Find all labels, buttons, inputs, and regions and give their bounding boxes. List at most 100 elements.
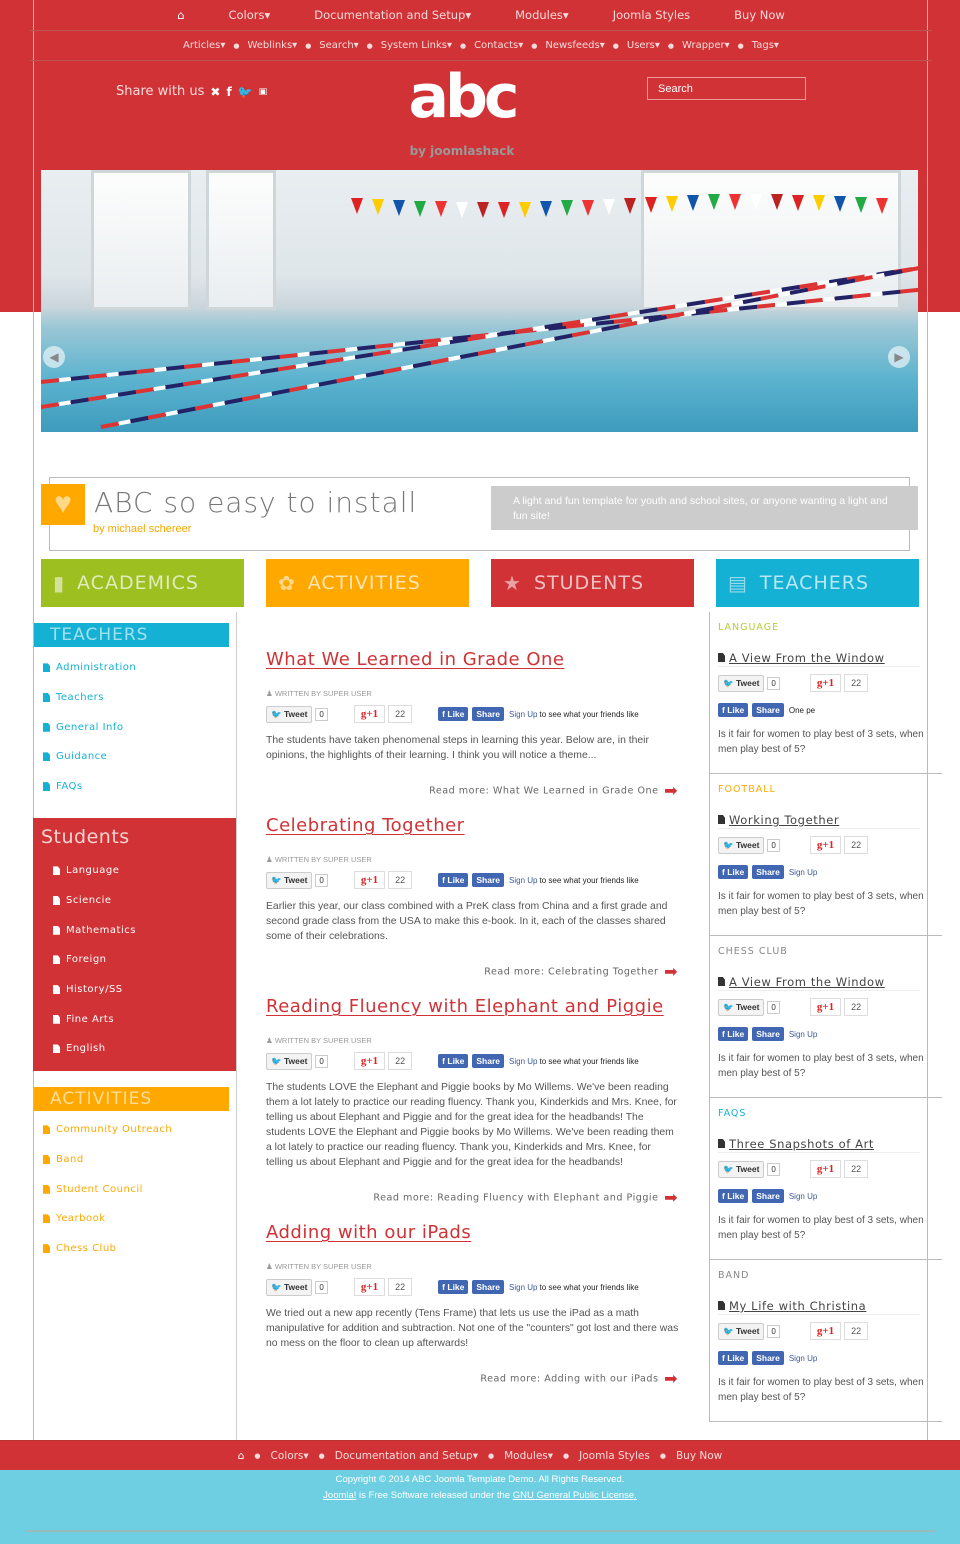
article-title[interactable]: Reading Fluency with Elephant and Piggie: [266, 992, 680, 1020]
gplus-button[interactable]: g+1: [809, 674, 842, 692]
gplus-button[interactable]: g+1: [353, 871, 386, 889]
facebook-icon[interactable]: f: [226, 85, 231, 99]
module-article-link[interactable]: Working Together: [718, 813, 920, 829]
tile-students[interactable]: ★ STUDENTS: [491, 559, 694, 607]
facebook-share-button[interactable]: Share: [752, 703, 784, 717]
facebook-share-button[interactable]: Share: [752, 1189, 784, 1203]
read-more-link[interactable]: Read more: Celebrating Together ➡: [266, 962, 680, 992]
module-article-link[interactable]: A View From the Window: [718, 975, 920, 991]
gplus-button[interactable]: g+1: [353, 705, 386, 723]
read-more-link[interactable]: Read more: Adding with our iPads ➡: [266, 1369, 680, 1399]
gplus-button[interactable]: g+1: [809, 1322, 842, 1340]
facebook-share-button[interactable]: Share: [752, 865, 784, 879]
sidebar-item[interactable]: English: [33, 1034, 236, 1064]
facebook-share-button[interactable]: Share: [752, 1027, 784, 1041]
footer-nav-item[interactable]: Joomla Styles: [579, 1450, 650, 1462]
signup-link[interactable]: Sign Up: [509, 1057, 537, 1066]
footer-nav-item[interactable]: Modules▾: [504, 1450, 553, 1462]
gplus-button[interactable]: g+1: [809, 998, 842, 1016]
subnav-item[interactable]: Users▾: [627, 40, 660, 51]
sidebar-item[interactable]: FAQs: [33, 772, 236, 802]
tile-teachers[interactable]: ▤ TEACHERS: [716, 559, 919, 607]
slider-prev-button[interactable]: ◀: [43, 346, 65, 368]
slider-next-button[interactable]: ▶: [888, 346, 910, 368]
module-article-link[interactable]: My Life with Christina: [718, 1299, 920, 1315]
sidebar-item[interactable]: General Info: [33, 712, 236, 742]
subnav-item[interactable]: System Links▾: [381, 40, 452, 51]
facebook-share-button[interactable]: Share: [472, 707, 505, 721]
gplus-button[interactable]: g+1: [809, 1160, 842, 1178]
sidebar-item[interactable]: Sciencie: [33, 886, 236, 916]
subnav-item[interactable]: Wrapper▾: [682, 40, 730, 51]
tile-academics[interactable]: ▮ ACADEMICS: [41, 559, 244, 607]
sidebar-item[interactable]: Community Outreach: [33, 1115, 236, 1145]
tweet-button[interactable]: 🐦 Tweet: [718, 674, 765, 692]
facebook-like-button[interactable]: f Like: [438, 873, 469, 887]
sidebar-item[interactable]: History/SS: [33, 975, 236, 1005]
article-title[interactable]: Adding with our iPads: [266, 1218, 680, 1246]
subnav-item[interactable]: Newsfeeds▾: [545, 40, 604, 51]
footer-nav-item[interactable]: Colors▾: [271, 1450, 309, 1462]
sidebar-item[interactable]: Chess Club: [33, 1234, 236, 1264]
nav-item[interactable]: Joomla Styles: [613, 8, 690, 22]
home-icon[interactable]: ⌂: [177, 8, 184, 22]
subnav-item[interactable]: Weblinks▾: [247, 40, 297, 51]
signup-link[interactable]: Sign Up: [509, 876, 537, 885]
joomla-link[interactable]: Joomla!: [323, 1490, 356, 1501]
module-article-link[interactable]: Three Snapshots of Art: [718, 1137, 920, 1153]
facebook-signup-text[interactable]: One pe: [789, 706, 815, 715]
tweet-button[interactable]: 🐦 Tweet: [266, 705, 313, 723]
sidebar-item[interactable]: Student Council: [33, 1174, 236, 1204]
nav-item[interactable]: Colors▾: [228, 8, 270, 22]
facebook-share-button[interactable]: Share: [472, 1054, 505, 1068]
read-more-link[interactable]: Read more: Reading Fluency with Elephant…: [266, 1188, 680, 1218]
signup-link[interactable]: Sign Up: [509, 710, 537, 719]
tile-activities[interactable]: ✿ ACTIVITIES: [266, 559, 469, 607]
signup-link[interactable]: Sign Up: [509, 1283, 537, 1292]
tweet-button[interactable]: 🐦 Tweet: [718, 836, 765, 854]
subnav-item[interactable]: Contacts▾: [474, 40, 523, 51]
gplus-button[interactable]: g+1: [353, 1052, 386, 1070]
module-article-link[interactable]: A View From the Window: [718, 651, 920, 667]
facebook-like-button[interactable]: f Like: [718, 1351, 749, 1365]
facebook-like-button[interactable]: f Like: [438, 1280, 469, 1294]
article-title[interactable]: Celebrating Together: [266, 811, 680, 839]
facebook-signup-text[interactable]: Sign Up: [789, 1354, 817, 1363]
tweet-button[interactable]: 🐦 Tweet: [266, 871, 313, 889]
tweet-button[interactable]: 🐦 Tweet: [718, 1322, 765, 1340]
tweet-button[interactable]: 🐦 Tweet: [718, 998, 765, 1016]
nav-item[interactable]: Documentation and Setup▾: [314, 8, 471, 22]
nav-item[interactable]: Modules▾: [515, 8, 569, 22]
facebook-signup-text[interactable]: Sign Up: [789, 1030, 817, 1039]
gplus-button[interactable]: g+1: [809, 836, 842, 854]
xing-icon[interactable]: ✖: [210, 85, 220, 99]
nav-item[interactable]: Buy Now: [734, 8, 785, 22]
search-input[interactable]: [647, 77, 806, 100]
gpl-link[interactable]: GNU General Public License.: [513, 1490, 637, 1501]
sidebar-item[interactable]: Yearbook: [33, 1204, 236, 1234]
footer-nav-item[interactable]: Buy Now: [676, 1450, 722, 1462]
footer-nav-item[interactable]: Documentation and Setup▾: [335, 1450, 478, 1462]
sidebar-item[interactable]: Guidance: [33, 742, 236, 772]
facebook-like-button[interactable]: f Like: [438, 1054, 469, 1068]
twitter-icon[interactable]: 🐦: [238, 85, 253, 99]
tweet-button[interactable]: 🐦 Tweet: [266, 1052, 313, 1070]
subnav-item[interactable]: Articles▾: [183, 40, 225, 51]
tweet-button[interactable]: 🐦 Tweet: [718, 1160, 765, 1178]
facebook-like-button[interactable]: f Like: [718, 1027, 749, 1041]
sidebar-item[interactable]: Foreign: [33, 945, 236, 975]
facebook-like-button[interactable]: f Like: [718, 703, 749, 717]
tweet-button[interactable]: 🐦 Tweet: [266, 1278, 313, 1296]
sidebar-item[interactable]: Mathematics: [33, 915, 236, 945]
subnav-item[interactable]: Search▾: [319, 40, 358, 51]
logo[interactable]: abc by joomlashack: [400, 66, 524, 158]
facebook-like-button[interactable]: f Like: [438, 707, 469, 721]
youtube-icon[interactable]: ▣: [259, 87, 268, 97]
facebook-share-button[interactable]: Share: [472, 873, 505, 887]
read-more-link[interactable]: Read more: What We Learned in Grade One …: [266, 781, 680, 811]
gplus-button[interactable]: g+1: [353, 1278, 386, 1296]
facebook-signup-text[interactable]: Sign Up: [789, 1192, 817, 1201]
facebook-share-button[interactable]: Share: [472, 1280, 505, 1294]
footer-home-icon[interactable]: ⌂: [238, 1450, 245, 1462]
facebook-like-button[interactable]: f Like: [718, 1189, 749, 1203]
